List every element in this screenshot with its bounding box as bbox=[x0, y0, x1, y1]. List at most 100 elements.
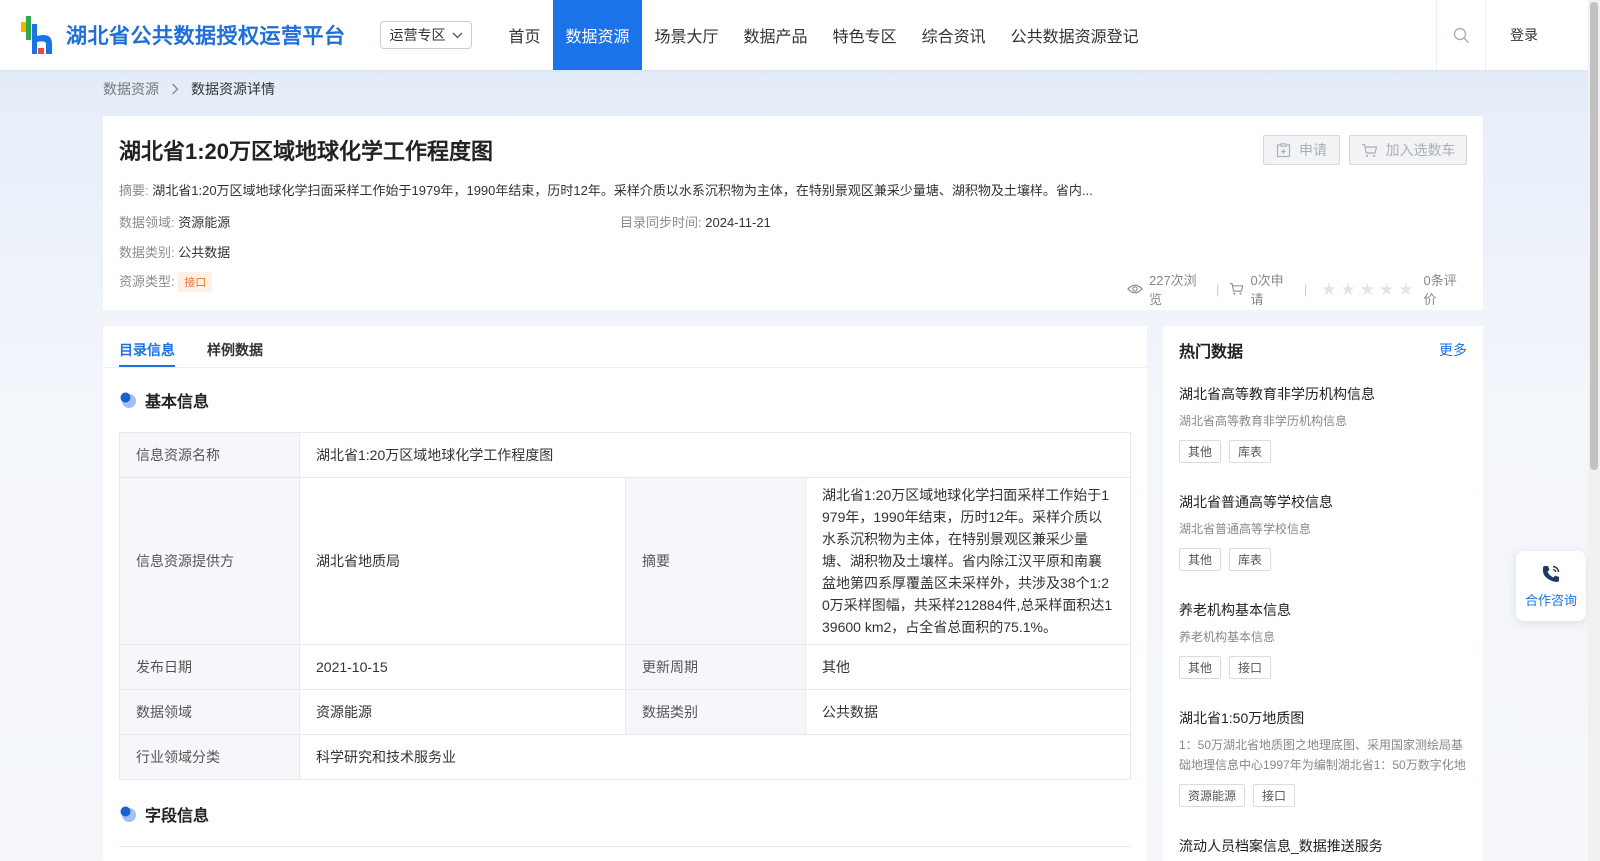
login-link[interactable]: 登录 bbox=[1510, 0, 1538, 70]
add-to-cart-label: 加入选数车 bbox=[1385, 142, 1456, 158]
hot-data-title: 热门数据 bbox=[1179, 344, 1244, 361]
star-icon: ★ bbox=[1379, 279, 1395, 299]
stats-divider: | bbox=[1216, 281, 1220, 297]
meta-domain: 数据领域: 资源能源 bbox=[119, 212, 230, 231]
table-key: 行业领域分类 bbox=[119, 734, 300, 780]
table-row: 信息资源提供方 湖北省地质局 摘要 湖北省1:20万区域地球化学扫面采样工作始于… bbox=[119, 477, 1131, 645]
hot-item-tag: 库表 bbox=[1229, 440, 1272, 463]
table-value: 其他 bbox=[805, 644, 1131, 690]
list-item[interactable]: 湖北省1:50万地质图 1：50万湖北省地质图之地理底图、采用国家测绘局基础地理… bbox=[1179, 708, 1469, 807]
hot-data-more-link[interactable]: 更多 bbox=[1439, 340, 1467, 360]
star-icon: ★ bbox=[1398, 279, 1414, 299]
breadcrumb-parent[interactable]: 数据资源 bbox=[103, 79, 159, 99]
eye-icon bbox=[1127, 284, 1143, 294]
hot-item-desc: 湖北省普通高等学校信息 bbox=[1179, 522, 1312, 536]
list-item[interactable]: 流动人员档案信息_数据推送服务 bbox=[1179, 836, 1469, 856]
table-row: 行业领域分类 科学研究和技术服务业 bbox=[119, 734, 1131, 780]
table-value: 湖北省1:20万区域地球化学工作程度图 bbox=[299, 432, 1131, 478]
nav-item-registration[interactable]: 公共数据资源登记 bbox=[998, 0, 1151, 70]
tab-active-indicator bbox=[119, 365, 175, 367]
chevron-down-icon bbox=[452, 32, 462, 38]
hot-item-desc: 1：50万湖北省地质图之地理底图、采用国家测绘局基础地理信息中心1997年为编制… bbox=[1179, 738, 1466, 772]
view-count: 227次浏览 bbox=[1148, 273, 1197, 307]
table-value: 科学研究和技术服务业 bbox=[299, 734, 1131, 780]
table-row: 发布日期 2021-10-15 更新周期 其他 bbox=[119, 644, 1131, 690]
consult-label: 合作咨询 bbox=[1524, 593, 1577, 608]
hot-item-name[interactable]: 湖北省普通高等学校信息 bbox=[1179, 492, 1469, 512]
cart-icon bbox=[1361, 143, 1377, 157]
search-button[interactable] bbox=[1436, 0, 1486, 70]
tab-catalog-info[interactable]: 目录信息 bbox=[119, 340, 175, 360]
rating-stars: ★ ★ ★ ★ ★ bbox=[1321, 281, 1413, 298]
table-value: 公共数据 bbox=[805, 689, 1131, 735]
nav-item-featured[interactable]: 特色专区 bbox=[820, 0, 909, 70]
hot-item-tags: 其他 库表 bbox=[1179, 440, 1469, 463]
basic-info-table: 信息资源名称 湖北省1:20万区域地球化学工作程度图 信息资源提供方 湖北省地质… bbox=[119, 432, 1131, 780]
hot-item-name[interactable]: 湖北省1:50万地质图 bbox=[1179, 708, 1469, 728]
section-basic-info: 基本信息 bbox=[119, 388, 209, 412]
region-select-label: 运营专区 bbox=[389, 27, 446, 43]
tab-sample-data[interactable]: 样例数据 bbox=[207, 340, 263, 360]
table-key: 数据领域 bbox=[119, 689, 300, 735]
hot-item-name[interactable]: 流动人员档案信息_数据推送服务 bbox=[1179, 836, 1469, 856]
chevron-right-icon bbox=[172, 83, 179, 95]
breadcrumb-current: 数据资源详情 bbox=[191, 81, 275, 97]
list-item[interactable]: 湖北省高等教育非学历机构信息 湖北省高等教育非学历机构信息 其他 库表 bbox=[1179, 384, 1469, 463]
cart-icon bbox=[1230, 283, 1244, 295]
star-icon: ★ bbox=[1359, 279, 1376, 299]
logo-text: 湖北省公共数据授权运营平台 bbox=[66, 24, 346, 48]
hot-data-header: 热门数据 更多 bbox=[1179, 338, 1467, 362]
resource-stats: 227次浏览 | 0次申请 | ★ ★ ★ ★ ★ 0条评价 bbox=[1127, 270, 1467, 308]
scrollbar-thumb[interactable] bbox=[1590, 2, 1598, 470]
hot-item-tag: 库表 bbox=[1229, 548, 1272, 571]
divider bbox=[119, 846, 1131, 847]
apply-button-label: 申请 bbox=[1299, 142, 1327, 158]
resource-type-badge: 接口 bbox=[178, 272, 213, 292]
stats-divider: | bbox=[1303, 281, 1308, 297]
star-icon: ★ bbox=[1321, 279, 1337, 299]
nav-item-news[interactable]: 综合资讯 bbox=[909, 0, 998, 70]
site-logo[interactable]: 湖北省公共数据授权运营平台 bbox=[18, 11, 354, 59]
meta-sync-value: 2024-11-21 bbox=[705, 215, 771, 230]
consult-float-button[interactable]: 合作咨询 bbox=[1516, 551, 1586, 621]
section-bullet-icon bbox=[120, 806, 136, 822]
nav-item-data-resources[interactable]: 数据资源 bbox=[553, 0, 643, 70]
table-value: 湖北省1:20万区域地球化学扫面采样工作始于1979年，1990年结束，历时12… bbox=[805, 477, 1131, 645]
hot-item-name[interactable]: 养老机构基本信息 bbox=[1179, 600, 1469, 620]
hot-item-tags: 资源能源 接口 bbox=[1179, 784, 1469, 807]
apply-count: 0次申请 bbox=[1250, 273, 1284, 307]
section-field-info-title: 字段信息 bbox=[145, 808, 210, 825]
meta-category-value: 公共数据 bbox=[178, 245, 231, 260]
apply-button[interactable]: 申请 bbox=[1263, 135, 1340, 165]
main-nav: 首页 数据资源 场景大厅 数据产品 特色专区 综合资讯 公共数据资源登记 bbox=[496, 0, 1151, 70]
summary-label: 摘要: bbox=[119, 183, 149, 198]
hot-item-tag: 接口 bbox=[1253, 784, 1296, 807]
page-scrollbar[interactable] bbox=[1588, 0, 1600, 861]
search-icon bbox=[1453, 27, 1469, 43]
meta-type-label: 资源类型: bbox=[119, 274, 175, 289]
detail-tabs: 目录信息 样例数据 bbox=[103, 326, 1147, 368]
table-row: 信息资源名称 湖北省1:20万区域地球化学工作程度图 bbox=[119, 432, 1131, 478]
meta-sync-label: 目录同步时间: bbox=[620, 215, 702, 230]
meta-category: 数据类别: 公共数据 bbox=[119, 242, 230, 261]
hot-item-tags: 其他 接口 bbox=[1179, 656, 1469, 679]
nav-item-home[interactable]: 首页 bbox=[496, 0, 553, 70]
table-value: 资源能源 bbox=[299, 689, 626, 735]
table-value: 湖北省地质局 bbox=[299, 477, 626, 645]
add-to-cart-button[interactable]: 加入选数车 bbox=[1349, 135, 1467, 165]
region-select[interactable]: 运营专区 bbox=[380, 21, 472, 49]
section-basic-info-title: 基本信息 bbox=[145, 394, 210, 411]
page-title: 湖北省1:20万区域地球化学工作程度图 bbox=[119, 139, 494, 164]
table-key: 更新周期 bbox=[625, 644, 806, 690]
section-bullet-icon bbox=[120, 392, 136, 408]
list-item[interactable]: 养老机构基本信息 养老机构基本信息 其他 接口 bbox=[1179, 600, 1469, 679]
table-row: 数据领域 资源能源 数据类别 公共数据 bbox=[119, 689, 1131, 735]
apply-icon bbox=[1276, 142, 1291, 157]
breadcrumb: 数据资源 数据资源详情 bbox=[103, 78, 275, 100]
table-key: 信息资源名称 bbox=[119, 432, 300, 478]
nav-item-scenarios[interactable]: 场景大厅 bbox=[642, 0, 731, 70]
list-item[interactable]: 湖北省普通高等学校信息 湖北省普通高等学校信息 其他 库表 bbox=[1179, 492, 1469, 571]
phone-icon bbox=[1542, 565, 1560, 582]
hot-item-name[interactable]: 湖北省高等教育非学历机构信息 bbox=[1179, 384, 1469, 404]
nav-item-data-products[interactable]: 数据产品 bbox=[731, 0, 820, 70]
